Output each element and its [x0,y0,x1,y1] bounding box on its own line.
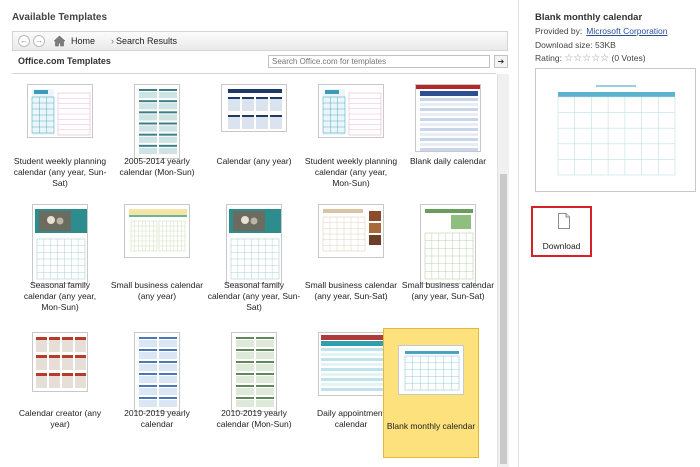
back-button[interactable]: ← [18,35,30,47]
template-tile[interactable]: Calendar creator (any year) [12,326,108,448]
rating-stars[interactable]: ☆☆☆☆☆ [564,53,609,64]
template-label: Student weekly planning calendar (any ye… [13,156,107,188]
template-tile[interactable]: Blank monthly calendar [383,328,479,458]
breadcrumb-separator: › [111,36,114,46]
template-thumbnail[interactable] [318,84,384,138]
template-tile[interactable]: Small business calendar (any year, Sun-S… [303,198,399,320]
template-thumbnail[interactable] [398,345,464,395]
provided-by-label: Provided by: [535,26,583,36]
template-label: 2010-2019 yearly calendar (Mon-Sun) [216,408,292,429]
forward-button[interactable]: → [33,35,45,47]
template-tile[interactable]: 2010-2019 yearly calendar (Mon-Sun) [206,326,302,448]
rating-votes: (0 Votes) [611,53,646,63]
rating-line: Rating: ☆☆☆☆☆ (0 Votes) [535,53,646,64]
template-thumbnail[interactable] [134,84,180,159]
breadcrumb-bar: ← → Home › Search Results [12,31,508,51]
template-source-label: Office.com Templates [18,56,111,66]
template-thumbnail[interactable] [221,84,287,132]
detail-title: Blank monthly calendar [535,12,643,23]
template-label: Calendar (any year) [216,156,292,166]
template-label: Student weekly planning calendar (any ye… [304,156,398,188]
templates-panel: Available Templates ← → Home › Search Re… [0,0,518,467]
template-tile[interactable]: Calendar (any year) [206,74,302,196]
template-preview [535,68,696,192]
template-thumbnail[interactable] [134,332,180,412]
template-label: 2005-2014 yearly calendar (Mon-Sun) [119,156,195,177]
template-tile[interactable]: Student weekly planning calendar (any ye… [12,74,108,196]
scrollbar-thumb[interactable] [500,174,507,464]
template-label: Seasonal family calendar (any year, Mon-… [23,280,97,312]
template-tile[interactable]: Seasonal family calendar (any year, Sun-… [206,198,302,320]
template-thumbnail[interactable] [27,84,93,138]
search-go-button[interactable]: ➔ [494,55,508,68]
provider-link[interactable]: Microsoft Corporation [586,26,667,36]
template-search-input[interactable] [268,55,490,68]
template-thumbnail[interactable] [231,332,277,412]
template-thumbnail[interactable] [415,84,481,152]
template-tile[interactable]: Small business calendar (any year, Sun-S… [400,198,496,320]
home-icon[interactable] [53,35,66,47]
grid-scrollbar[interactable] [497,74,509,467]
template-tile[interactable]: Blank daily calendar [400,74,496,196]
template-label: Seasonal family calendar (any year, Sun-… [207,280,301,312]
download-button[interactable]: Download [531,206,592,257]
template-label: 2010-2019 yearly calendar [124,408,190,429]
breadcrumb-search-results: Search Results [116,36,178,46]
template-thumbnail[interactable] [420,204,476,284]
template-thumbnail[interactable] [124,204,190,258]
download-size: Download size: 53KB [535,40,616,50]
template-label: Small business calendar (any year) [110,280,204,301]
template-tile[interactable]: 2005-2014 yearly calendar (Mon-Sun) [109,74,205,196]
template-label: Blank monthly calendar [386,421,476,431]
provided-by-line: Provided by: Microsoft Corporation [535,26,668,36]
document-icon [558,213,570,229]
template-thumbnail[interactable] [32,204,88,284]
template-tile[interactable]: Student weekly planning calendar (any ye… [303,74,399,196]
rating-label: Rating: [535,53,562,63]
template-label: Blank daily calendar [409,156,487,166]
section-title: Available Templates [12,12,108,23]
template-thumbnail[interactable] [226,204,282,284]
template-tile[interactable]: Small business calendar (any year) [109,198,205,320]
template-tile[interactable]: 2010-2019 yearly calendar [109,326,205,448]
template-thumbnail[interactable] [318,204,384,258]
template-label: Small business calendar (any year, Sun-S… [401,280,495,301]
template-label: Small business calendar (any year, Sun-S… [304,280,398,301]
template-thumbnail[interactable] [318,332,384,396]
template-label: Calendar creator (any year) [18,408,102,429]
monthly-calendar-preview-image [557,83,676,176]
breadcrumb-home[interactable]: Home [71,36,95,46]
download-label: Download [542,241,581,251]
template-tile[interactable]: Seasonal family calendar (any year, Mon-… [12,198,108,320]
template-details-panel: Blank monthly calendar Provided by: Micro… [519,0,700,467]
template-thumbnail[interactable] [32,332,88,392]
